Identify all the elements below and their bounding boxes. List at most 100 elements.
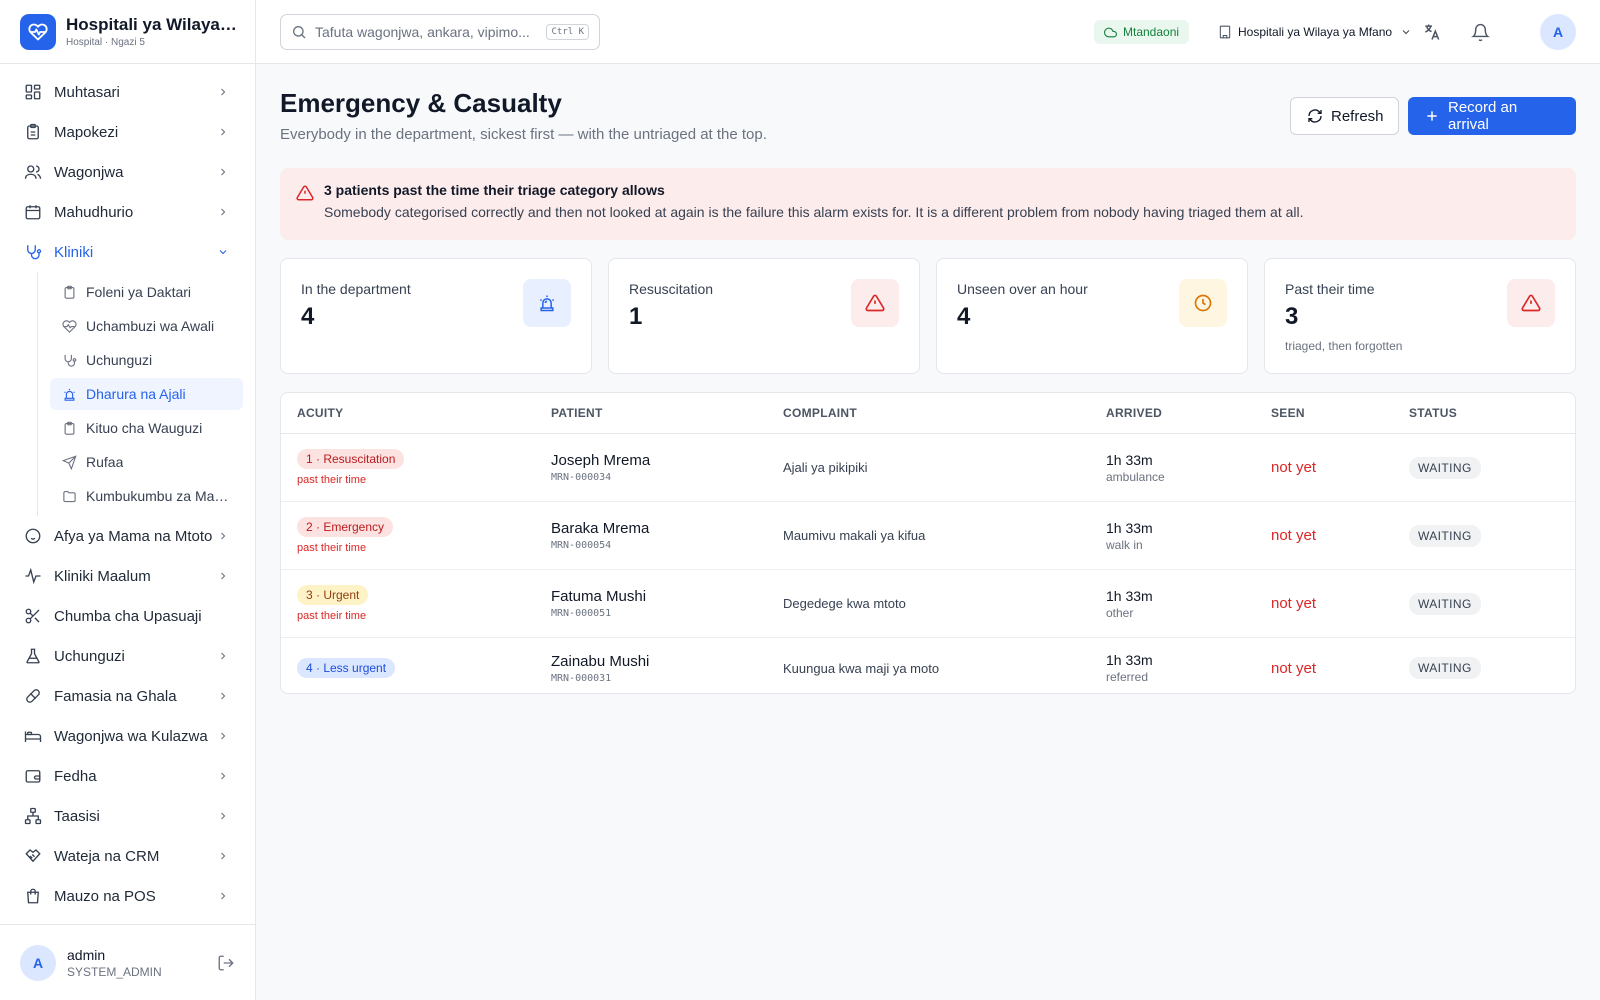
sidebar-item-label: Mahudhurio bbox=[54, 203, 134, 221]
stat-label: Resuscitation bbox=[629, 281, 714, 297]
acuity-badge: 2 · Emergency bbox=[297, 517, 394, 537]
patient-name[interactable]: Joseph Mrema bbox=[551, 452, 767, 469]
table-header: ACUITY PATIENT COMPLAINT ARRIVED SEEN ST… bbox=[281, 393, 1575, 434]
sidebar-subitem-label: Rufaa bbox=[86, 454, 124, 470]
avatar[interactable]: A bbox=[20, 944, 56, 981]
sidebar-item-label: Chumba cha Upasuaji bbox=[54, 607, 202, 625]
clipboard-icon bbox=[62, 285, 77, 300]
sidebar-item-wagonjwa-wa-kulazwa[interactable]: Wagonjwa wa Kulazwa bbox=[0, 716, 255, 756]
patient-name[interactable]: Fatuma Mushi bbox=[551, 588, 767, 605]
sidebar-item-mapokezi[interactable]: Mapokezi bbox=[0, 112, 255, 152]
chevron-right-icon bbox=[221, 572, 226, 580]
column-header-seen[interactable]: SEEN bbox=[1255, 406, 1393, 420]
seen-status: not yet bbox=[1271, 527, 1317, 544]
baby-icon bbox=[24, 527, 42, 545]
sidebar-item-mahudhurio[interactable]: Mahudhurio bbox=[0, 192, 255, 232]
status-badge: WAITING bbox=[1409, 524, 1481, 547]
chevron-right-icon bbox=[221, 852, 226, 860]
user-avatar[interactable]: A bbox=[1540, 14, 1576, 50]
patient-mrn: MRN-000051 bbox=[551, 608, 612, 619]
seen-status: not yet bbox=[1271, 459, 1317, 476]
sidebar-subitem-foleni-ya-daktari[interactable]: Foleni ya Daktari bbox=[50, 276, 243, 308]
chevron-right-icon bbox=[221, 812, 226, 820]
alert-title: 3 patients past the time their triage ca… bbox=[324, 182, 665, 198]
bell-icon[interactable] bbox=[1466, 18, 1494, 46]
sidebar-item-mauzo-na-pos[interactable]: Mauzo na POS bbox=[0, 876, 255, 916]
brand-subtitle: Hospital · Ngazi 5 bbox=[66, 37, 145, 48]
language-icon[interactable] bbox=[1418, 18, 1446, 46]
pulse-icon bbox=[24, 567, 42, 585]
patient-name[interactable]: Zainabu Mushi bbox=[551, 653, 767, 670]
sidebar-subitem-kumbukumbu-za-matibabu[interactable]: Kumbukumbu za Matibabu bbox=[50, 480, 243, 512]
arrival-mode: other bbox=[1106, 605, 1134, 620]
sidebar-item-uchunguzi[interactable]: Uchunguzi bbox=[0, 636, 255, 676]
clipboard-icon bbox=[62, 421, 77, 436]
search-input[interactable]: Tafuta wagonjwa, ankara, vipimo... Ctrl … bbox=[280, 14, 600, 50]
warning-icon bbox=[851, 279, 899, 327]
search-shortcut: Ctrl K bbox=[546, 24, 589, 40]
acuity-badge: 3 · Urgent bbox=[297, 585, 369, 605]
sidebar-item-kliniki[interactable]: Kliniki bbox=[0, 232, 255, 272]
column-header-arrived[interactable]: ARRIVED bbox=[1090, 406, 1255, 420]
building-icon bbox=[1218, 25, 1232, 39]
overdue-label: past their time bbox=[297, 610, 367, 622]
facility-name: Hospitali ya Wilaya ya Mfano bbox=[1238, 25, 1393, 39]
sidebar-item-muhtasari[interactable]: Muhtasari bbox=[0, 72, 255, 112]
stat-card-past-their-time: Past their time 3 triaged, then forgotte… bbox=[1264, 258, 1576, 374]
sidebar-item-afya-ya-mama[interactable]: Afya ya Mama na Mtoto bbox=[0, 516, 255, 556]
online-status-badge: Mtandaoni bbox=[1094, 20, 1190, 44]
user-role: SYSTEM_ADMIN bbox=[67, 964, 162, 979]
clock-icon bbox=[1179, 279, 1227, 327]
patient-name[interactable]: Baraka Mrema bbox=[551, 520, 767, 537]
search-placeholder: Tafuta wagonjwa, ankara, vipimo... bbox=[315, 24, 530, 40]
chevron-right-icon bbox=[221, 772, 226, 780]
sidebar-item-fedha[interactable]: Fedha bbox=[0, 756, 255, 796]
sidebar-item-taasisi[interactable]: Taasisi bbox=[0, 796, 255, 836]
sidebar-item-wateja-na-crm[interactable]: Wateja na CRM bbox=[0, 836, 255, 876]
record-arrival-button[interactable]: Record an arrival bbox=[1408, 97, 1576, 135]
warning-icon bbox=[1507, 279, 1555, 327]
sidebar-item-kliniki-maalum[interactable]: Kliniki Maalum bbox=[0, 556, 255, 596]
table-row[interactable]: 4 · Less urgent Zainabu Mushi MRN-000031… bbox=[281, 638, 1575, 693]
chevron-right-icon bbox=[221, 532, 226, 540]
sidebar-item-wagonjwa[interactable]: Wagonjwa bbox=[0, 152, 255, 192]
sidebar-item-label: Mauzo na POS bbox=[54, 887, 156, 905]
refresh-label: Refresh bbox=[1331, 107, 1384, 125]
sidebar-subitem-rufaa[interactable]: Rufaa bbox=[50, 446, 243, 478]
sidebar-subitem-dharura-na-ajali[interactable]: Dharura na Ajali bbox=[50, 378, 243, 410]
status-badge: WAITING bbox=[1409, 657, 1481, 679]
sidebar-item-label: Famasia na Ghala bbox=[54, 687, 177, 705]
stethoscope-icon bbox=[24, 243, 42, 261]
page-title: Emergency & Casualty bbox=[280, 88, 562, 118]
facility-selector[interactable]: Hospitali ya Wilaya ya Mfano bbox=[1218, 20, 1412, 44]
seen-status: not yet bbox=[1271, 595, 1317, 612]
logout-icon[interactable] bbox=[217, 954, 235, 972]
search-icon bbox=[291, 24, 307, 40]
status-badge: WAITING bbox=[1409, 456, 1481, 479]
table-row[interactable]: 3 · Urgent past their time Fatuma Mushi … bbox=[281, 570, 1575, 638]
refresh-button[interactable]: Refresh bbox=[1290, 97, 1399, 135]
chevron-right-icon bbox=[221, 168, 226, 176]
table-row[interactable]: 1 · Resuscitation past their time Joseph… bbox=[281, 434, 1575, 502]
column-header-status[interactable]: STATUS bbox=[1393, 406, 1575, 420]
sidebar-item-famasia-na-ghala[interactable]: Famasia na Ghala bbox=[0, 676, 255, 716]
complaint: Kuungua kwa maji ya moto bbox=[783, 660, 940, 676]
sidebar-subitem-uchunguzi[interactable]: Uchunguzi bbox=[50, 344, 243, 376]
brand-header[interactable]: Hospitali ya Wilaya ya Mfano Hospital · … bbox=[0, 0, 255, 64]
column-header-complaint[interactable]: COMPLAINT bbox=[767, 406, 1090, 420]
stat-value: 1 bbox=[629, 303, 643, 330]
siren-icon bbox=[523, 279, 571, 327]
overdue-alert: 3 patients past the time their triage ca… bbox=[280, 168, 1576, 240]
patients-table: ACUITY PATIENT COMPLAINT ARRIVED SEEN ST… bbox=[280, 392, 1576, 694]
column-header-patient[interactable]: PATIENT bbox=[535, 406, 767, 420]
sidebar-item-chumba-cha-upasuaji[interactable]: Chumba cha Upasuaji bbox=[0, 596, 255, 636]
patient-mrn: MRN-000034 bbox=[551, 472, 612, 483]
column-header-acuity[interactable]: ACUITY bbox=[281, 406, 535, 420]
calendar-icon bbox=[24, 203, 42, 221]
patient-mrn: MRN-000054 bbox=[551, 540, 612, 551]
sidebar-subitem-kituo-cha-wauguzi[interactable]: Kituo cha Wauguzi bbox=[50, 412, 243, 444]
chevron-right-icon bbox=[221, 692, 226, 700]
sidebar-subitem-uchambuzi-wa-awali[interactable]: Uchambuzi wa Awali bbox=[50, 310, 243, 342]
alert-body: Somebody categorised correctly and then … bbox=[324, 204, 1304, 220]
table-row[interactable]: 2 · Emergency past their time Baraka Mre… bbox=[281, 502, 1575, 570]
